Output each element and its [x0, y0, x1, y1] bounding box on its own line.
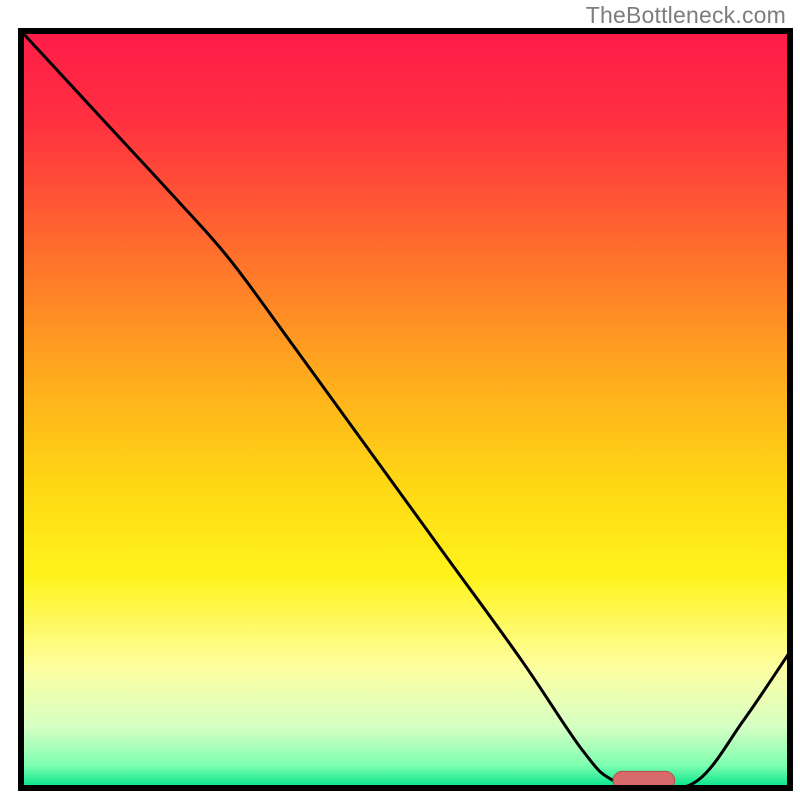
bottleneck-chart — [0, 0, 800, 800]
chart-container: TheBottleneck.com — [0, 0, 800, 800]
